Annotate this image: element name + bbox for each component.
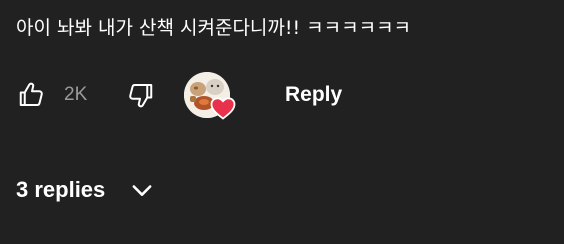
- replies-count-label: 3 replies: [16, 177, 106, 202]
- comment-action-bar: 2K Reply: [0, 72, 564, 120]
- like-button[interactable]: [14, 78, 48, 112]
- creator-heart: [184, 72, 236, 124]
- comment-text: 아이 놔봐 내가 산책 시켜준다니까!! ㅋㅋㅋㅋㅋㅋ: [16, 17, 412, 39]
- view-replies-button[interactable]: 3 replies: [16, 172, 157, 208]
- like-count: 2K: [64, 84, 88, 105]
- thumbs-down-icon: [129, 84, 153, 108]
- thumbs-up-icon: [19, 82, 43, 106]
- dislike-button[interactable]: [124, 78, 158, 112]
- heart-icon: [210, 97, 236, 120]
- reply-button[interactable]: Reply: [285, 82, 342, 108]
- chevron-down-icon: [127, 175, 157, 205]
